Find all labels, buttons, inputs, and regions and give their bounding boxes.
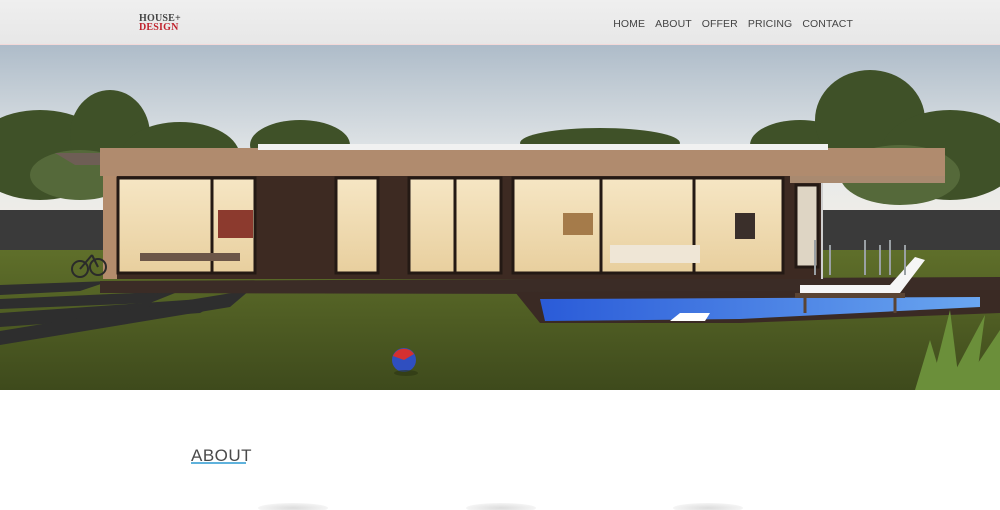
nav-pricing[interactable]: PRICING xyxy=(748,18,792,30)
nav-offer[interactable]: OFFER xyxy=(702,18,738,30)
site-header: HOUSE+ DESIGN HOME ABOUT OFFER PRICING C… xyxy=(0,0,1000,45)
card-shadow-decor xyxy=(673,503,743,510)
card-shadow-decor xyxy=(258,503,328,510)
logo-line-design: DESIGN xyxy=(139,22,179,33)
site-logo[interactable]: HOUSE+ DESIGN xyxy=(139,14,181,33)
nav-contact[interactable]: CONTACT xyxy=(802,18,853,30)
hero-image xyxy=(0,45,1000,390)
house-photo-illustration xyxy=(0,45,1000,390)
main-nav: HOME ABOUT OFFER PRICING CONTACT xyxy=(613,18,853,30)
title-underline xyxy=(191,462,246,464)
card-shadow-decor xyxy=(466,503,536,510)
nav-home[interactable]: HOME xyxy=(613,18,645,30)
nav-about[interactable]: ABOUT xyxy=(655,18,692,30)
